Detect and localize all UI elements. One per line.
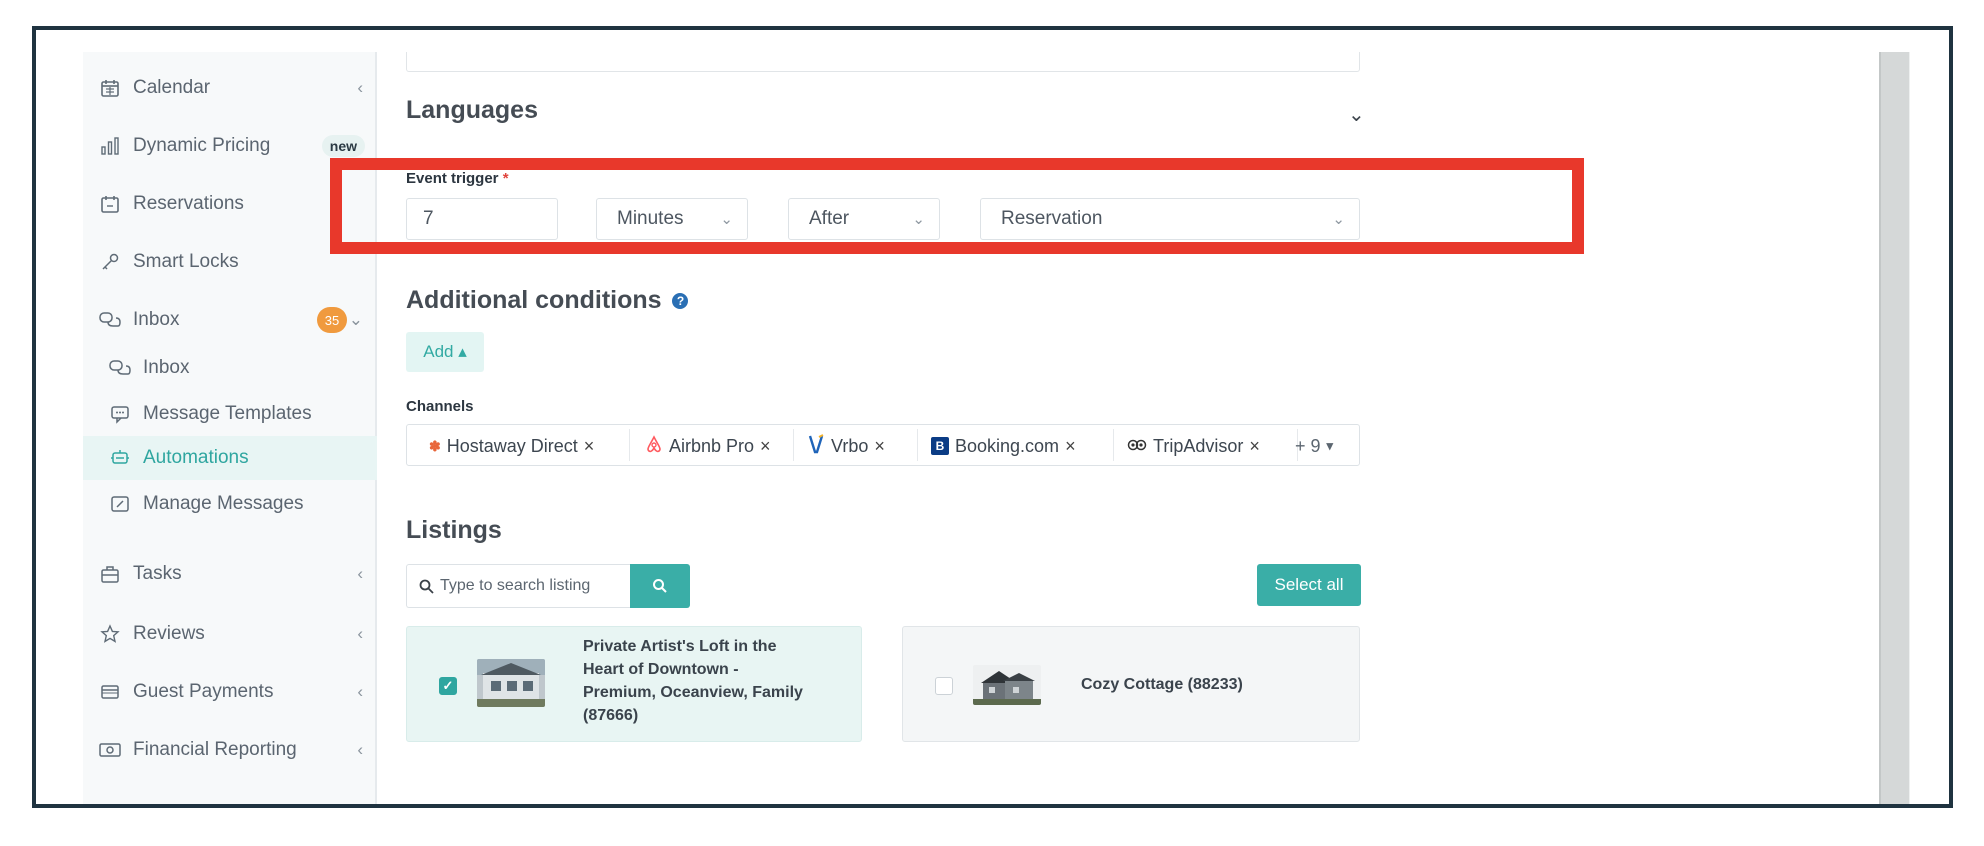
listing-card[interactable]: ✓ Private Artist's Loft in the Heart of … (406, 626, 862, 742)
chevron-down-icon[interactable]: ⌄ (1348, 102, 1365, 127)
chip-divider (1113, 429, 1114, 461)
listing-checkbox[interactable] (935, 677, 953, 695)
chevron-down-icon: ⌄ (720, 211, 733, 228)
chip-divider (917, 429, 918, 461)
chip-divider (793, 429, 794, 461)
add-condition-button[interactable]: Add ▴ (406, 332, 484, 372)
channels-multiselect[interactable]: ✽ Hostaway Direct × Airbnb Pro × Vrbo × (406, 424, 1360, 466)
listing-title: Cozy Cottage (88233) (1081, 676, 1243, 693)
main-content: Languages ⌄ Event trigger * 7 Minutes ⌄ A… (36, 30, 1949, 804)
chevron-down-icon: ▾ (1326, 438, 1334, 453)
event-trigger-label: Event trigger * (406, 170, 509, 187)
trigger-relation-select[interactable]: After ⌄ (788, 198, 940, 240)
search-icon (653, 579, 667, 593)
trigger-amount-input[interactable]: 7 (406, 198, 558, 240)
trigger-unit-select[interactable]: Minutes ⌄ (596, 198, 748, 240)
tripadvisor-logo-icon (1127, 436, 1147, 457)
remove-chip-icon[interactable]: × (874, 436, 885, 457)
listing-search-input[interactable]: Type to search listing (406, 564, 630, 608)
right-panel (1909, 52, 1949, 804)
listing-thumbnail (477, 659, 545, 707)
languages-title: Languages (406, 96, 538, 124)
trigger-event-select[interactable]: Reservation ⌄ (980, 198, 1360, 240)
channel-chip-hostaway-direct[interactable]: ✽ Hostaway Direct × (429, 431, 594, 461)
listing-checkbox[interactable]: ✓ (439, 677, 457, 695)
vrbo-logo-icon (807, 433, 825, 459)
channels-label: Channels (406, 398, 474, 415)
help-icon[interactable]: ? (672, 293, 689, 310)
remove-chip-icon[interactable]: × (584, 436, 595, 457)
remove-chip-icon[interactable]: × (1065, 436, 1076, 457)
app-frame: Calendar ‹ Dynamic Pricing new Reservati… (32, 26, 1953, 808)
listing-thumbnail (973, 665, 1041, 705)
chevron-down-icon: ⌄ (912, 211, 925, 228)
additional-conditions-title: Additional conditions ? (406, 286, 689, 315)
listing-card[interactable]: Cozy Cottage (88233) (902, 626, 1360, 742)
chip-divider (629, 429, 630, 461)
channel-chip-vrbo[interactable]: Vrbo × (807, 431, 885, 461)
chevron-down-icon: ⌄ (1332, 211, 1345, 228)
search-button[interactable] (630, 564, 690, 608)
select-all-button[interactable]: Select all (1257, 564, 1361, 606)
search-icon (419, 579, 434, 594)
airbnb-logo-icon (645, 434, 663, 458)
booking-logo-icon: B (931, 437, 949, 455)
scrollbar[interactable] (1879, 52, 1909, 804)
listing-title: Private Artist's Loft in the Heart of Do… (583, 638, 803, 724)
listings-title: Listings (406, 516, 502, 544)
more-channels-toggle[interactable]: + 9 ▾ (1295, 431, 1333, 461)
hostaway-logo-icon: ✽ (429, 437, 441, 454)
remove-chip-icon[interactable]: × (1249, 436, 1260, 457)
channel-chip-airbnb[interactable]: Airbnb Pro × (645, 431, 771, 461)
remove-chip-icon[interactable]: × (760, 436, 771, 457)
channel-chip-tripadvisor[interactable]: TripAdvisor × (1127, 431, 1260, 461)
channel-chip-booking[interactable]: B Booking.com × (931, 431, 1076, 461)
